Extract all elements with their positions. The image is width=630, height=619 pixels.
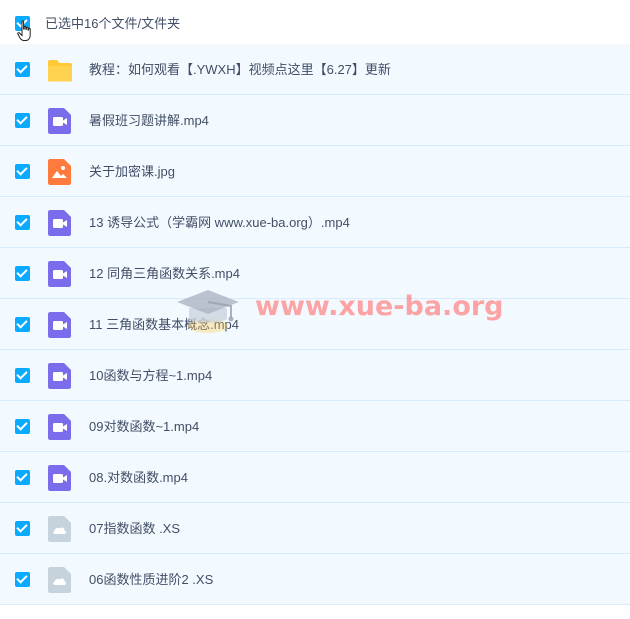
- file-checkbox[interactable]: [15, 419, 30, 434]
- file-name[interactable]: 教程：如何观看【.YWXH】视频点这里【6.27】更新: [89, 61, 391, 78]
- file-row[interactable]: 07指数函数 .XS: [0, 503, 630, 554]
- video-file-icon: [47, 464, 73, 492]
- file-checkbox[interactable]: [15, 317, 30, 332]
- selection-header: 已选中16个文件/文件夹: [0, 0, 630, 44]
- hand-cursor-icon: [17, 20, 31, 41]
- file-list: 教程：如何观看【.YWXH】视频点这里【6.27】更新 暑假班习题讲解.mp4 关于…: [0, 44, 630, 605]
- file-checkbox[interactable]: [15, 521, 30, 536]
- file-name[interactable]: 07指数函数 .XS: [89, 520, 180, 537]
- file-checkbox[interactable]: [15, 62, 30, 77]
- file-name[interactable]: 08.对数函数.mp4: [89, 469, 188, 486]
- file-row[interactable]: 11 三角函数基本概念.mp4: [0, 299, 630, 350]
- file-checkbox[interactable]: [15, 572, 30, 587]
- file-row[interactable]: 10函数与方程~1.mp4: [0, 350, 630, 401]
- file-name[interactable]: 09对数函数~1.mp4: [89, 418, 199, 435]
- file-checkbox[interactable]: [15, 113, 30, 128]
- file-checkbox[interactable]: [15, 215, 30, 230]
- file-row[interactable]: 08.对数函数.mp4: [0, 452, 630, 503]
- video-file-icon: [47, 260, 73, 288]
- file-row[interactable]: 12 同角三角函数关系.mp4: [0, 248, 630, 299]
- file-name[interactable]: 关于加密课.jpg: [89, 163, 175, 180]
- folder-icon: [47, 56, 73, 84]
- file-row[interactable]: 暑假班习题讲解.mp4: [0, 95, 630, 146]
- file-checkbox[interactable]: [15, 470, 30, 485]
- file-checkbox[interactable]: [15, 266, 30, 281]
- file-name[interactable]: 暑假班习题讲解.mp4: [89, 112, 209, 129]
- file-checkbox[interactable]: [15, 368, 30, 383]
- image-file-icon: [47, 158, 73, 186]
- file-name[interactable]: 12 同角三角函数关系.mp4: [89, 265, 240, 282]
- video-file-icon: [47, 362, 73, 390]
- video-file-icon: [47, 413, 73, 441]
- file-row[interactable]: 关于加密课.jpg: [0, 146, 630, 197]
- file-row[interactable]: 06函数性质进阶2 .XS: [0, 554, 630, 605]
- selection-count-text: 已选中16个文件/文件夹: [45, 16, 181, 31]
- video-file-icon: [47, 209, 73, 237]
- file-name[interactable]: 10函数与方程~1.mp4: [89, 367, 212, 384]
- file-checkbox[interactable]: [15, 164, 30, 179]
- file-name[interactable]: 11 三角函数基本概念.mp4: [89, 316, 239, 333]
- cloud-file-icon: [47, 515, 73, 543]
- file-list-page: 已选中16个文件/文件夹 教程：如何观看【.YWXH】视频点这里【6.27】更新…: [0, 0, 630, 619]
- cloud-file-icon: [47, 566, 73, 594]
- video-file-icon: [47, 107, 73, 135]
- file-row[interactable]: 教程：如何观看【.YWXH】视频点这里【6.27】更新: [0, 44, 630, 95]
- file-name[interactable]: 06函数性质进阶2 .XS: [89, 571, 213, 588]
- file-name[interactable]: 13 诱导公式（学霸网 www.xue-ba.org）.mp4: [89, 214, 350, 231]
- file-row[interactable]: 09对数函数~1.mp4: [0, 401, 630, 452]
- file-row[interactable]: 13 诱导公式（学霸网 www.xue-ba.org）.mp4: [0, 197, 630, 248]
- video-file-icon: [47, 311, 73, 339]
